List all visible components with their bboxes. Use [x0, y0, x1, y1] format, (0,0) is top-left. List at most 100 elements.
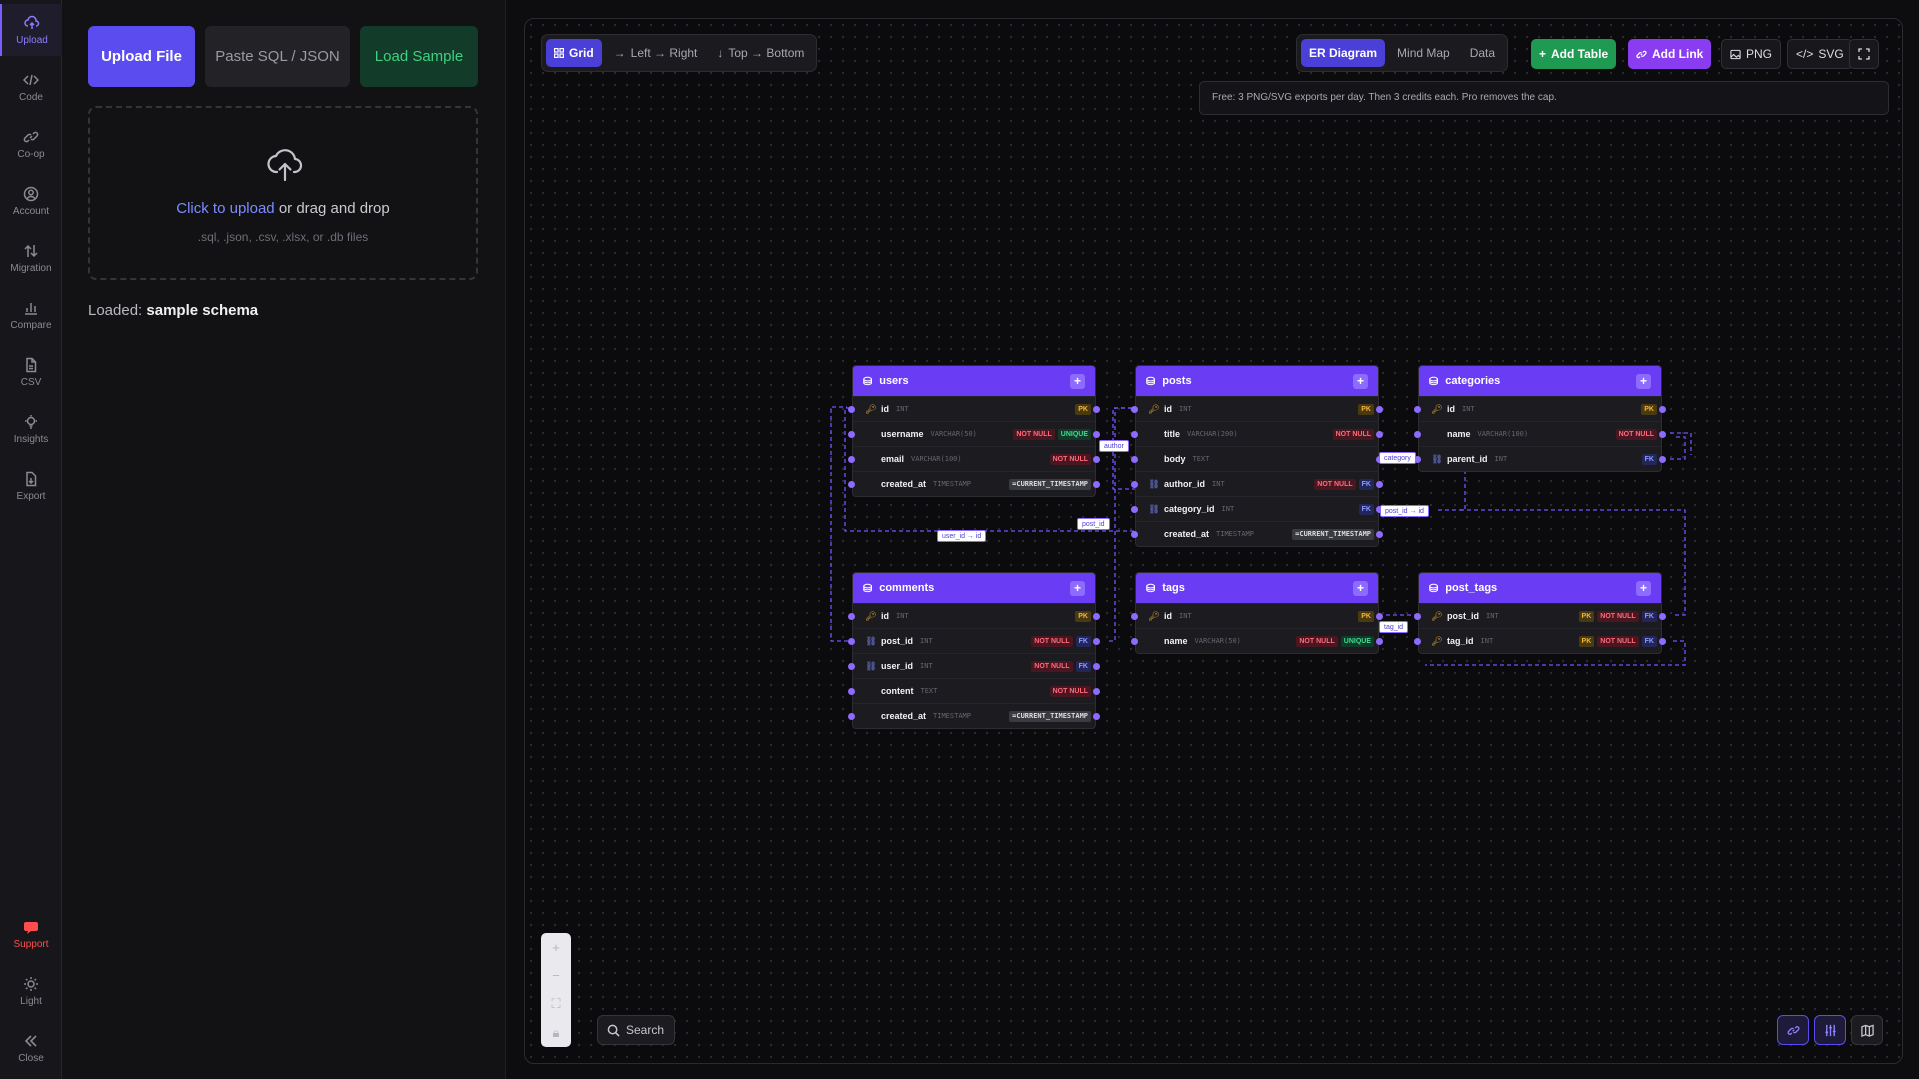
rail-item-export[interactable]: Export: [0, 460, 62, 512]
edge-label[interactable]: post_id → id: [1380, 505, 1429, 517]
view-data-tab[interactable]: Data: [1462, 39, 1503, 67]
connection-handle[interactable]: [1414, 613, 1421, 620]
connection-handle[interactable]: [1376, 638, 1383, 645]
table-column-row[interactable]: 🔑︎ id INT PK: [1414, 396, 1666, 421]
table-column-row[interactable]: 🔑︎ id INT PK: [848, 603, 1100, 628]
table-column-row[interactable]: created_at TIMESTAMP =CURRENT_TIMESTAMP: [848, 703, 1100, 728]
add-column-button[interactable]: +: [1353, 373, 1368, 389]
connection-handle[interactable]: [848, 663, 855, 670]
rail-item-csv[interactable]: CSV: [0, 346, 62, 398]
table-column-row[interactable]: ⛓ post_id INT NOT NULL FK: [848, 628, 1100, 653]
rail-item-code[interactable]: Code: [0, 61, 62, 113]
add-link-button[interactable]: Add Link: [1628, 39, 1712, 69]
connection-handle[interactable]: [1131, 531, 1138, 538]
rail-item-account[interactable]: Account: [0, 175, 62, 227]
connection-handle[interactable]: [848, 713, 855, 720]
table-column-row[interactable]: 🔑︎ id INT PK: [848, 396, 1100, 421]
rail-item-close[interactable]: Close: [0, 1022, 62, 1074]
table-header[interactable]: ⛁ comments +: [853, 573, 1095, 603]
connection-handle[interactable]: [1093, 663, 1100, 670]
connection-handle[interactable]: [1414, 406, 1421, 413]
table-column-row[interactable]: created_at TIMESTAMP =CURRENT_TIMESTAMP: [1131, 521, 1383, 546]
table-post-tags[interactable]: ⛁ post_tags + 🔑︎ post_id INT PK NOT NULL FK 🔑︎ tag…: [1414, 572, 1666, 654]
connection-handle[interactable]: [848, 613, 855, 620]
zoom-in-icon[interactable]: +: [552, 940, 560, 955]
rail-item-coop[interactable]: Co-op: [0, 118, 62, 170]
connection-handle[interactable]: [1093, 481, 1100, 488]
edge-label[interactable]: user_id → id: [937, 530, 987, 542]
connection-handle[interactable]: [848, 456, 855, 463]
table-categories[interactable]: ⛁ categories + 🔑︎ id INT PK name VARCHAR(100) NOT…: [1414, 365, 1666, 472]
table-column-row[interactable]: name VARCHAR(100) NOT NULL: [1414, 421, 1666, 446]
connection-handle[interactable]: [1131, 456, 1138, 463]
connection-handle[interactable]: [1131, 638, 1138, 645]
rail-item-light[interactable]: Light: [0, 965, 62, 1017]
rail-item-support[interactable]: Support: [0, 908, 62, 960]
connection-handle[interactable]: [1414, 638, 1421, 645]
connection-handle[interactable]: [1376, 431, 1383, 438]
table-header[interactable]: ⛁ categories +: [1419, 366, 1661, 396]
table-header[interactable]: ⛁ posts +: [1136, 366, 1378, 396]
export-png-button[interactable]: PNG: [1721, 39, 1782, 69]
rail-item-insights[interactable]: Insights: [0, 403, 62, 455]
add-column-button[interactable]: +: [1070, 580, 1085, 596]
connection-handle[interactable]: [1131, 481, 1138, 488]
fit-view-icon[interactable]: ⛶: [551, 996, 560, 1012]
connection-handle[interactable]: [848, 481, 855, 488]
connection-handle[interactable]: [1093, 713, 1100, 720]
table-column-row[interactable]: title VARCHAR(200) NOT NULL: [1131, 421, 1383, 446]
table-column-row[interactable]: username VARCHAR(50) NOT NULL UNIQUE: [848, 421, 1100, 446]
edge-label[interactable]: category: [1379, 452, 1416, 464]
table-column-row[interactable]: email VARCHAR(100) NOT NULL: [848, 446, 1100, 471]
add-table-button[interactable]: + Add Table: [1531, 39, 1617, 69]
connection-handle[interactable]: [1659, 431, 1666, 438]
table-column-row[interactable]: ⛓ parent_id INT FK: [1414, 446, 1666, 471]
click-to-upload-link[interactable]: Click to upload: [176, 200, 274, 217]
rail-item-compare[interactable]: Compare: [0, 289, 62, 341]
connection-handle[interactable]: [1659, 613, 1666, 620]
layout-top-bottom-button[interactable]: ↓ Top → Bottom: [709, 39, 812, 67]
filters-button[interactable]: [1814, 1015, 1846, 1045]
table-tags[interactable]: ⛁ tags + 🔑︎ id INT PK name VARCHAR(50) NOT NULL UN…: [1131, 572, 1383, 654]
upload-file-button[interactable]: Upload File: [88, 26, 195, 87]
connection-handle[interactable]: [1093, 613, 1100, 620]
view-er-diagram-tab[interactable]: ER Diagram: [1301, 39, 1386, 67]
connection-handle[interactable]: [1376, 406, 1383, 413]
rail-item-upload[interactable]: Upload: [0, 4, 62, 56]
zoom-out-icon[interactable]: −: [552, 968, 560, 983]
export-svg-button[interactable]: </> SVG: [1787, 39, 1853, 69]
connection-handle[interactable]: [1659, 406, 1666, 413]
connection-handle[interactable]: [1093, 638, 1100, 645]
connection-handle[interactable]: [1131, 431, 1138, 438]
table-column-row[interactable]: 🔑︎ tag_id INT PK NOT NULL FK: [1414, 628, 1666, 653]
add-column-button[interactable]: +: [1070, 373, 1085, 389]
edge-label[interactable]: tag_id: [1379, 621, 1409, 633]
table-header[interactable]: ⛁ users +: [853, 366, 1095, 396]
table-column-row[interactable]: ⛓ category_id INT FK: [1131, 496, 1383, 521]
table-header[interactable]: ⛁ post_tags +: [1419, 573, 1661, 603]
add-column-button[interactable]: +: [1636, 580, 1651, 596]
add-column-button[interactable]: +: [1636, 373, 1651, 389]
table-column-row[interactable]: body TEXT: [1131, 446, 1383, 471]
connection-handle[interactable]: [848, 431, 855, 438]
map-view-button[interactable]: [1851, 1015, 1883, 1045]
table-column-row[interactable]: 🔑︎ id INT PK: [1131, 603, 1383, 628]
lock-icon[interactable]: 🔒︎: [553, 1025, 560, 1041]
fullscreen-button[interactable]: [1849, 39, 1879, 69]
table-column-row[interactable]: ⛓ user_id INT NOT NULL FK: [848, 653, 1100, 678]
connection-handle[interactable]: [1414, 431, 1421, 438]
table-column-row[interactable]: created_at TIMESTAMP =CURRENT_TIMESTAMP: [848, 471, 1100, 496]
edge-label[interactable]: author: [1099, 440, 1129, 452]
table-column-row[interactable]: content TEXT NOT NULL: [848, 678, 1100, 703]
rail-item-migration[interactable]: Migration: [0, 232, 62, 284]
connection-handle[interactable]: [1376, 481, 1383, 488]
connection-handle[interactable]: [848, 638, 855, 645]
search-button[interactable]: Search: [597, 1015, 675, 1045]
connection-handle[interactable]: [1659, 638, 1666, 645]
add-column-button[interactable]: +: [1353, 580, 1368, 596]
connection-handle[interactable]: [1376, 531, 1383, 538]
link-mode-button[interactable]: [1777, 1015, 1809, 1045]
table-column-row[interactable]: ⛓ author_id INT NOT NULL FK: [1131, 471, 1383, 496]
connection-handle[interactable]: [1093, 688, 1100, 695]
layout-grid-button[interactable]: Grid: [546, 39, 602, 67]
